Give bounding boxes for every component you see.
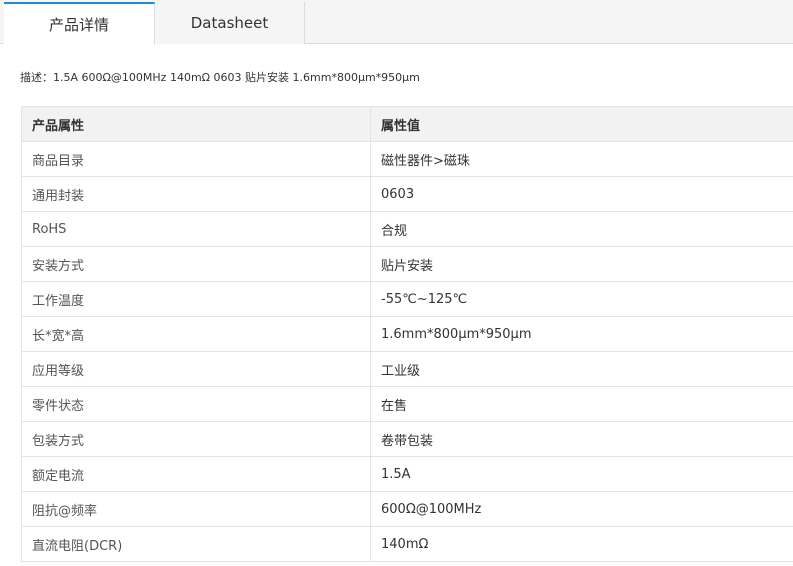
attribute-name: 商品目录 [21, 141, 371, 177]
attribute-value: 1.5A [370, 456, 793, 492]
header-attribute: 产品属性 [21, 106, 371, 142]
attribute-name: 通用封装 [21, 176, 371, 212]
table-row: 应用等级 工业级 [21, 351, 793, 387]
attribute-value: 1.6mm*800μm*950μm [370, 316, 793, 352]
table-row: 安装方式 贴片安装 [21, 246, 793, 282]
attribute-value: 卷带包装 [370, 421, 793, 457]
attribute-name: 工作温度 [21, 281, 371, 317]
attribute-value: 在售 [370, 386, 793, 422]
tab-product-details[interactable]: 产品详情 [4, 2, 155, 45]
attribute-value: -55℃~125℃ [370, 281, 793, 317]
table-row: 额定电流 1.5A [21, 456, 793, 492]
table-header-row: 产品属性 属性值 [21, 106, 793, 142]
attribute-name: RoHS [21, 211, 371, 247]
table-row: 阻抗@频率 600Ω@100MHz [21, 491, 793, 527]
attribute-value: 工业级 [370, 351, 793, 387]
product-description: 描述：1.5A 600Ω@100MHz 140mΩ 0603 贴片安装 1.6m… [20, 71, 420, 84]
table-row: 通用封装 0603 [21, 176, 793, 212]
attribute-name: 额定电流 [21, 456, 371, 492]
attribute-value: 磁性器件>磁珠 [370, 141, 793, 177]
tab-bar: 产品详情 Datasheet [0, 0, 793, 45]
attribute-name: 零件状态 [21, 386, 371, 422]
attribute-value: 贴片安装 [370, 246, 793, 282]
tab-datasheet[interactable]: Datasheet [155, 2, 305, 44]
table-row: 零件状态 在售 [21, 386, 793, 422]
attribute-name: 长*宽*高 [21, 316, 371, 352]
attribute-value: 0603 [370, 176, 793, 212]
table-row: 商品目录 磁性器件>磁珠 [21, 141, 793, 177]
table-row: 工作温度 -55℃~125℃ [21, 281, 793, 317]
table-row: RoHS 合规 [21, 211, 793, 247]
table-row: 长*宽*高 1.6mm*800μm*950μm [21, 316, 793, 352]
attribute-name: 应用等级 [21, 351, 371, 387]
attribute-name: 阻抗@频率 [21, 491, 371, 527]
attribute-name: 包装方式 [21, 421, 371, 457]
attribute-value: 140mΩ [370, 526, 793, 562]
table-row: 直流电阻(DCR) 140mΩ [21, 526, 793, 562]
header-value: 属性值 [370, 106, 793, 142]
attribute-name: 直流电阻(DCR) [21, 526, 371, 562]
table-row: 包装方式 卷带包装 [21, 421, 793, 457]
attribute-value: 合规 [370, 211, 793, 247]
attribute-value: 600Ω@100MHz [370, 491, 793, 527]
attribute-name: 安装方式 [21, 246, 371, 282]
attributes-table: 产品属性 属性值 商品目录 磁性器件>磁珠 通用封装 0603 RoHS 合规 … [21, 106, 793, 562]
